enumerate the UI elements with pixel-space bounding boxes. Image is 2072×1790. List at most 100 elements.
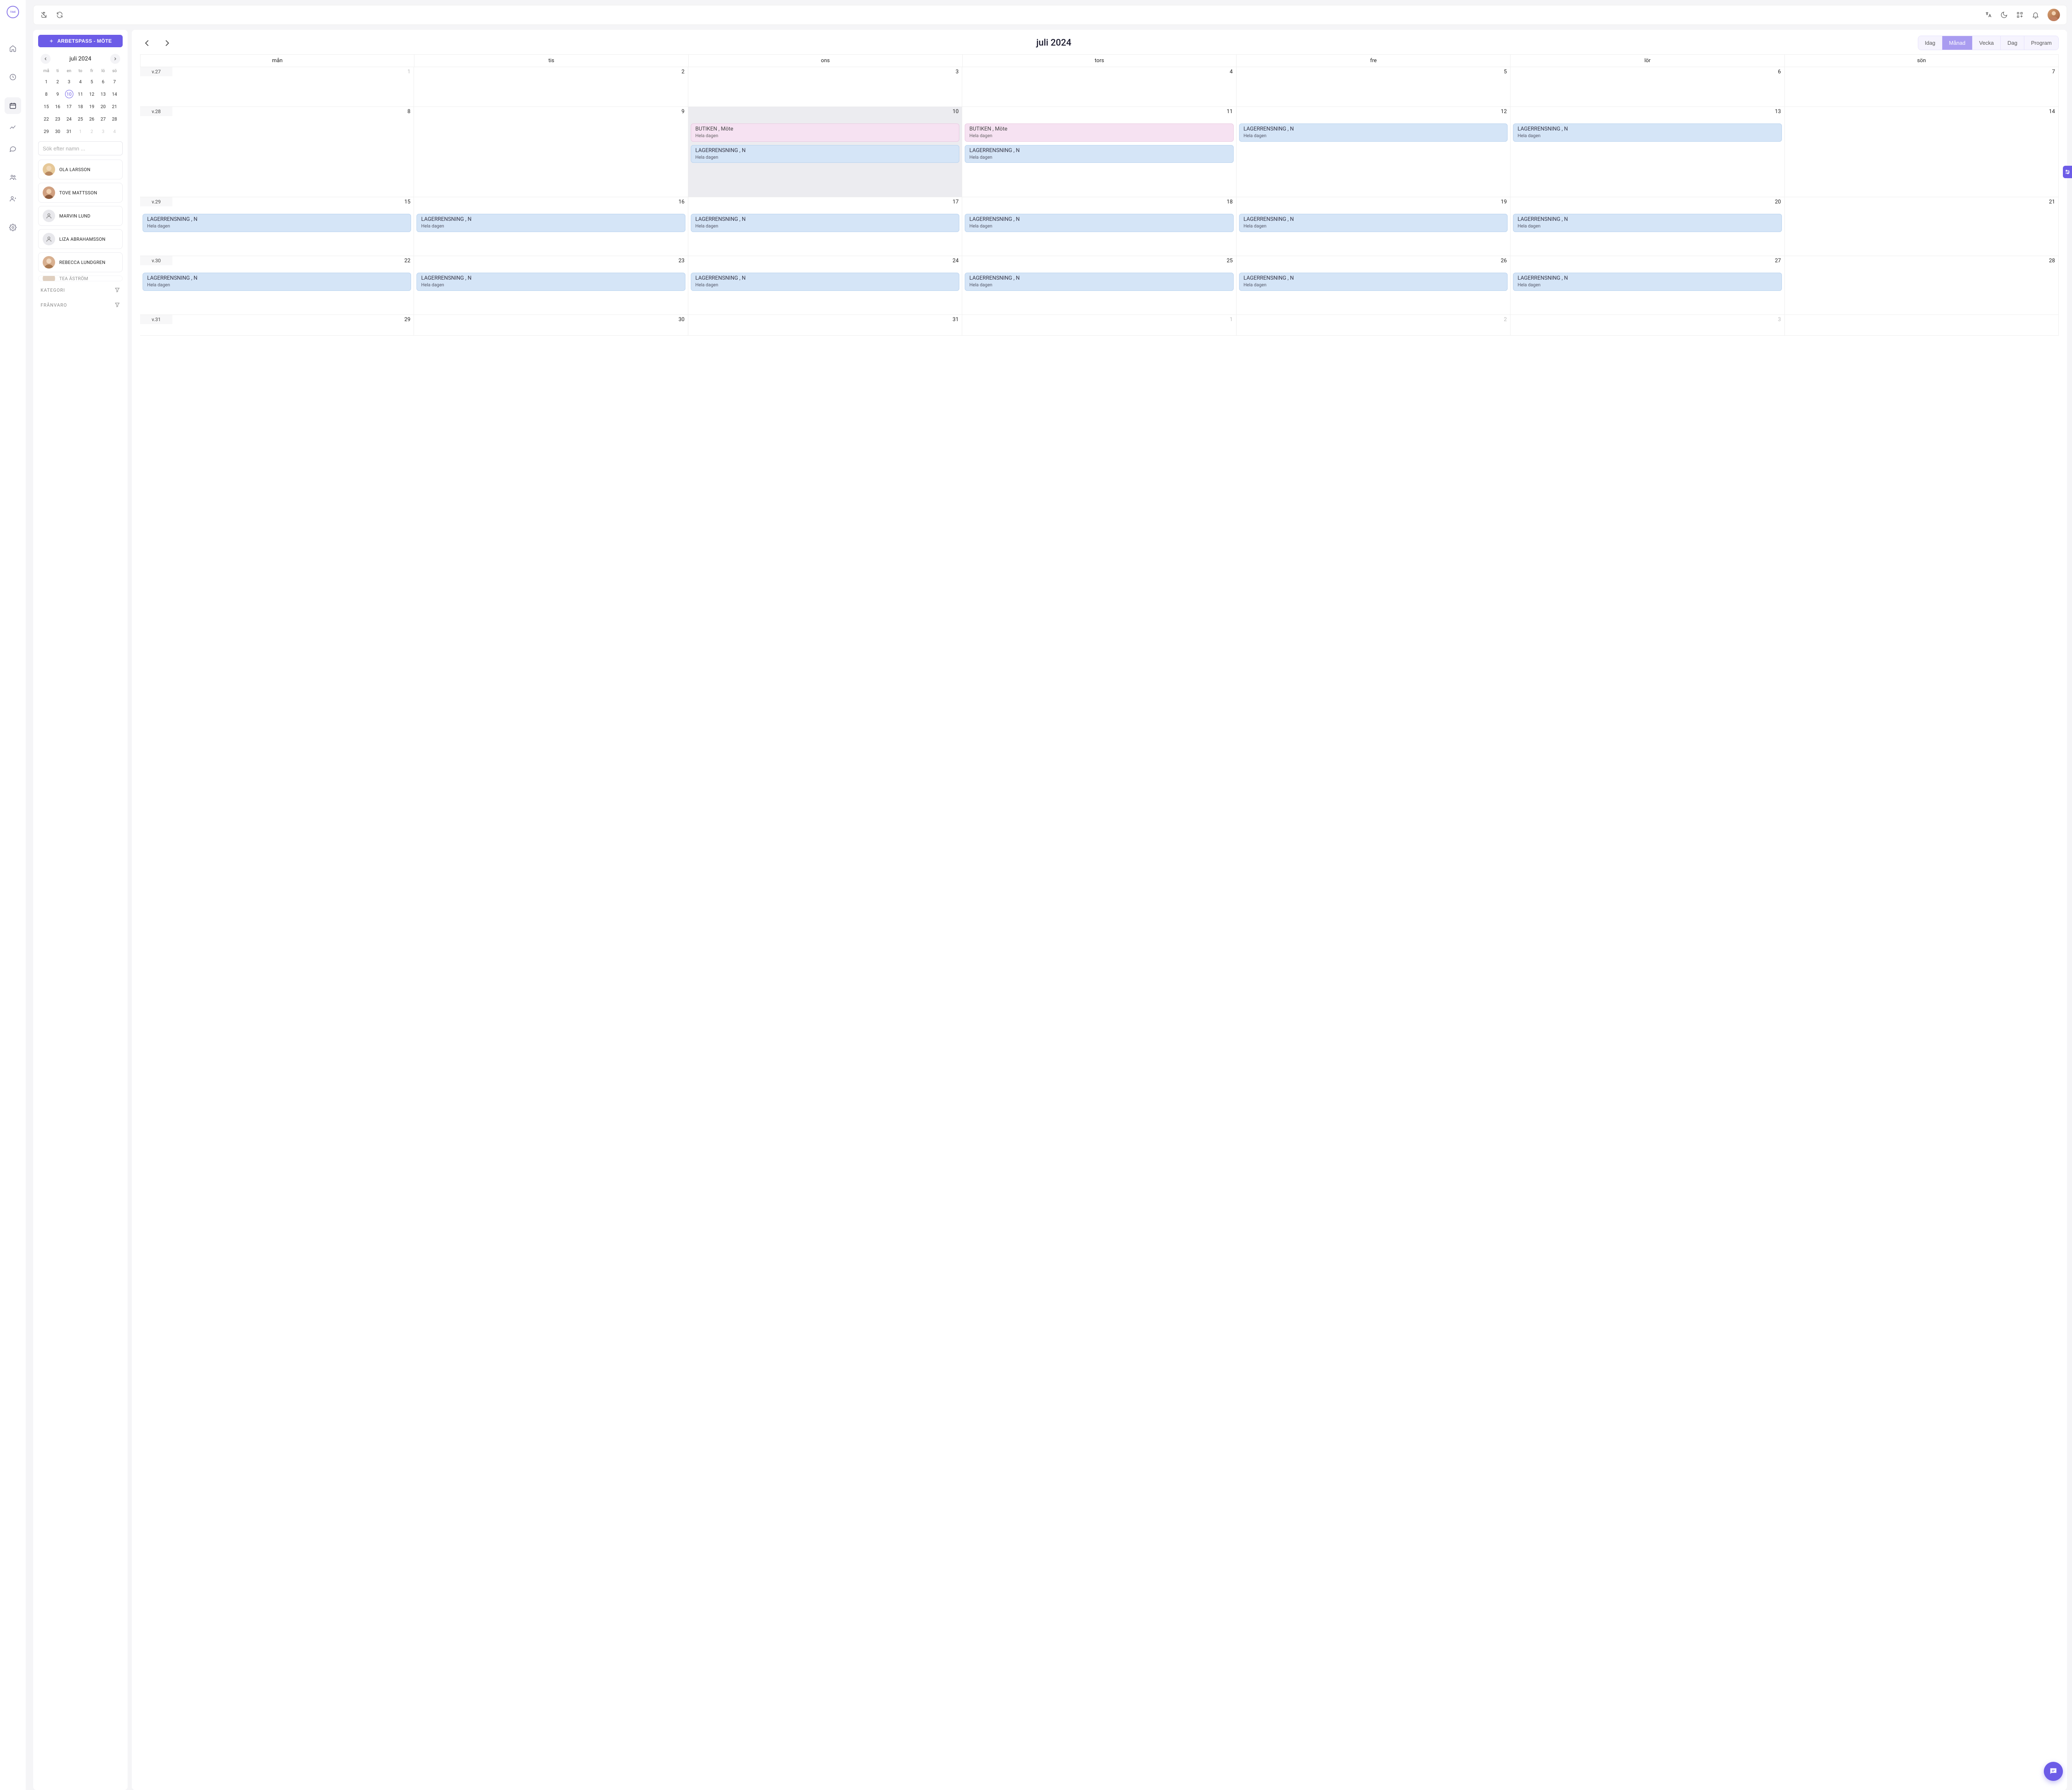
day-cell[interactable]: 17 LAGERRENSNING , NHela dagen bbox=[688, 197, 962, 256]
event-blue[interactable]: LAGERRENSNING , NHela dagen bbox=[416, 273, 685, 291]
funnel-icon[interactable] bbox=[114, 302, 120, 308]
apps-icon[interactable] bbox=[2016, 11, 2024, 19]
view-today[interactable]: Idag bbox=[1918, 36, 1942, 50]
mini-day[interactable]: 22 bbox=[41, 115, 52, 123]
mini-day[interactable]: 23 bbox=[52, 115, 63, 123]
day-cell[interactable]: 4 bbox=[962, 67, 1236, 107]
mini-day[interactable]: 3 bbox=[63, 77, 75, 86]
day-cell[interactable]: 6 bbox=[1510, 67, 1784, 107]
day-cell[interactable]: 24 LAGERRENSNING , NHela dagen bbox=[688, 256, 962, 315]
mini-day[interactable]: 16 bbox=[52, 102, 63, 111]
user-avatar[interactable] bbox=[2048, 9, 2060, 21]
share-off-icon[interactable] bbox=[40, 11, 48, 19]
nav-home-icon[interactable] bbox=[5, 40, 21, 57]
funnel-icon[interactable] bbox=[114, 287, 120, 293]
day-cell[interactable]: 12 LAGERRENSNING , NHela dagen bbox=[1236, 107, 1510, 197]
settings-tab[interactable] bbox=[2063, 166, 2072, 178]
event-blue[interactable]: LAGERRENSNING , NHela dagen bbox=[691, 214, 959, 232]
mini-day[interactable]: 2 bbox=[86, 127, 97, 135]
day-cell[interactable]: v.271 bbox=[140, 67, 414, 107]
refresh-icon[interactable] bbox=[56, 11, 63, 19]
day-cell[interactable]: 26 LAGERRENSNING , NHela dagen bbox=[1236, 256, 1510, 315]
event-blue[interactable]: LAGERRENSNING , NHela dagen bbox=[143, 273, 411, 291]
day-cell[interactable]: 25 LAGERRENSNING , NHela dagen bbox=[962, 256, 1236, 315]
mini-day[interactable]: 12 bbox=[86, 90, 97, 98]
mini-day[interactable]: 8 bbox=[41, 90, 52, 98]
day-cell[interactable]: v.3129 bbox=[140, 315, 414, 336]
view-day[interactable]: Dag bbox=[2001, 36, 2024, 50]
day-cell[interactable]: 31 bbox=[688, 315, 962, 336]
mini-day[interactable]: 29 bbox=[41, 127, 52, 135]
day-cell[interactable]: 2 bbox=[414, 67, 688, 107]
day-cell[interactable]: 20 LAGERRENSNING , NHela dagen bbox=[1510, 197, 1784, 256]
mini-day[interactable]: 7 bbox=[109, 77, 120, 86]
filter-absence[interactable]: FRÅNVARO bbox=[38, 299, 123, 311]
day-cell[interactable]: 19 LAGERRENSNING , NHela dagen bbox=[1236, 197, 1510, 256]
day-cell[interactable]: 14 bbox=[1784, 107, 2059, 197]
day-cell[interactable]: 2 bbox=[1236, 315, 1510, 336]
person-item[interactable]: TOVE MATTSSON bbox=[38, 183, 123, 203]
nav-calendar-icon[interactable] bbox=[5, 97, 21, 114]
event-blue[interactable]: LAGERRENSNING , NHela dagen bbox=[965, 145, 1233, 163]
mini-day[interactable]: 18 bbox=[75, 102, 86, 111]
mini-day-selected[interactable]: 10 bbox=[65, 90, 73, 98]
person-item[interactable]: REBECCA LUNDGREN bbox=[38, 252, 123, 272]
mini-day[interactable]: 6 bbox=[97, 77, 109, 86]
cal-prev[interactable] bbox=[143, 39, 152, 48]
day-cell[interactable]: 5 bbox=[1236, 67, 1510, 107]
mini-day[interactable]: 11 bbox=[75, 90, 86, 98]
mini-day[interactable]: 19 bbox=[86, 102, 97, 111]
event-blue[interactable]: LAGERRENSNING , NHela dagen bbox=[143, 214, 411, 232]
day-cell[interactable]: v.30 22 LAGERRENSNING , NHela dagen bbox=[140, 256, 414, 315]
event-pink[interactable]: BUTIKEN , MöteHela dagen bbox=[691, 123, 959, 142]
search-input[interactable] bbox=[38, 141, 123, 155]
person-item[interactable]: OLA LARSSON bbox=[38, 160, 123, 179]
mini-day[interactable]: 5 bbox=[86, 77, 97, 86]
day-cell[interactable]: 16 LAGERRENSNING , NHela dagen bbox=[414, 197, 688, 256]
event-blue[interactable]: LAGERRENSNING , NHela dagen bbox=[1513, 273, 1782, 291]
mini-day[interactable]: 25 bbox=[75, 115, 86, 123]
mini-day[interactable]: 15 bbox=[41, 102, 52, 111]
mini-day[interactable]: 13 bbox=[97, 90, 109, 98]
mini-day[interactable]: 9 bbox=[52, 90, 63, 98]
person-item[interactable]: TEA ÅSTRÖM bbox=[38, 276, 123, 281]
event-blue[interactable]: LAGERRENSNING , NHela dagen bbox=[1239, 123, 1508, 142]
mini-day[interactable]: 24 bbox=[63, 115, 75, 123]
event-blue[interactable]: LAGERRENSNING , NHela dagen bbox=[1513, 214, 1782, 232]
app-logo[interactable]: TIME bbox=[7, 6, 19, 18]
day-cell[interactable]: 3 bbox=[688, 67, 962, 107]
mini-day[interactable]: 3 bbox=[97, 127, 109, 135]
new-shift-button[interactable]: ARBETSPASS - MÖTE bbox=[38, 35, 123, 47]
day-cell[interactable]: 7 bbox=[1784, 67, 2059, 107]
person-item[interactable]: LIZA ABRAHAMSSON bbox=[38, 229, 123, 249]
day-cell[interactable]: 30 bbox=[414, 315, 688, 336]
mini-day[interactable]: 21 bbox=[109, 102, 120, 111]
day-cell[interactable]: 18 LAGERRENSNING , NHela dagen bbox=[962, 197, 1236, 256]
day-cell[interactable]: 3 bbox=[1510, 315, 1784, 336]
nav-clock-icon[interactable] bbox=[5, 69, 21, 85]
day-cell[interactable]: 1 bbox=[962, 315, 1236, 336]
translate-icon[interactable] bbox=[1985, 11, 1992, 19]
person-item[interactable]: MARVIN LUND bbox=[38, 206, 123, 226]
event-blue[interactable]: LAGERRENSNING , NHela dagen bbox=[965, 273, 1233, 291]
chat-fab[interactable] bbox=[2044, 1762, 2063, 1781]
view-month[interactable]: Månad bbox=[1942, 36, 1973, 50]
mini-day[interactable]: 28 bbox=[109, 115, 120, 123]
event-blue[interactable]: LAGERRENSNING , NHela dagen bbox=[691, 145, 959, 163]
event-blue[interactable]: LAGERRENSNING , NHela dagen bbox=[691, 273, 959, 291]
nav-settings-icon[interactable] bbox=[5, 219, 21, 236]
day-cell[interactable]: 28 bbox=[1784, 256, 2059, 315]
mini-day[interactable]: 30 bbox=[52, 127, 63, 135]
day-cell[interactable]: v.29 15 LAGERRENSNING , NHela dagen bbox=[140, 197, 414, 256]
event-blue[interactable]: LAGERRENSNING , NHela dagen bbox=[1513, 123, 1782, 142]
mini-day[interactable]: 4 bbox=[75, 77, 86, 86]
day-cell[interactable]: 13 LAGERRENSNING , NHela dagen bbox=[1510, 107, 1784, 197]
event-blue[interactable]: LAGERRENSNING , NHela dagen bbox=[965, 214, 1233, 232]
filter-category[interactable]: KATEGORI bbox=[38, 284, 123, 296]
mini-day[interactable]: 26 bbox=[86, 115, 97, 123]
nav-analytics-icon[interactable] bbox=[5, 119, 21, 135]
event-blue[interactable]: LAGERRENSNING , NHela dagen bbox=[1239, 214, 1508, 232]
bell-icon[interactable] bbox=[2032, 11, 2039, 19]
mini-day[interactable]: 2 bbox=[52, 77, 63, 86]
day-cell[interactable]: 11 BUTIKEN , MöteHela dagen LAGERRENSNIN… bbox=[962, 107, 1236, 197]
